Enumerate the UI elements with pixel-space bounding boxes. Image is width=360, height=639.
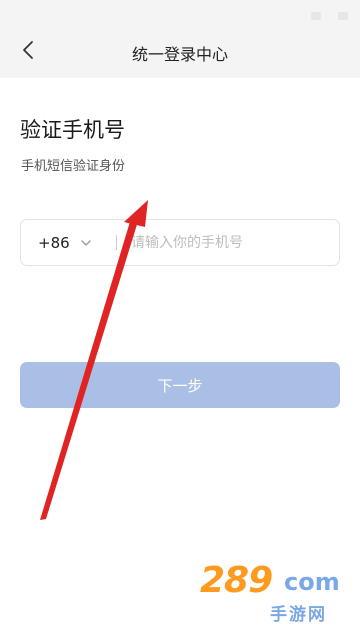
annotation-arrow xyxy=(40,200,148,520)
page-title: 验证手机号 xyxy=(20,118,125,142)
chevron-down-icon xyxy=(81,239,91,246)
status-bar xyxy=(0,0,360,22)
phone-number-input[interactable] xyxy=(131,226,331,259)
status-icon xyxy=(338,12,348,20)
watermark-main: 289 xyxy=(200,560,273,601)
page-subtitle: 手机短信验证身份 xyxy=(21,159,126,174)
country-code-select[interactable]: +86 xyxy=(38,220,92,265)
app-header: 统一登录中心 xyxy=(0,22,360,78)
input-divider xyxy=(116,235,117,250)
header-title: 统一登录中心 xyxy=(131,45,228,64)
site-watermark: 289 com 手游网 xyxy=(200,560,350,632)
status-icon xyxy=(310,12,321,20)
next-step-button[interactable]: 下一步 xyxy=(20,362,340,408)
country-code: +86 xyxy=(38,233,70,252)
watermark-suffix: com xyxy=(284,568,340,596)
watermark-sub: 手游网 xyxy=(270,605,327,625)
phone-input-box: +86 xyxy=(20,219,340,266)
